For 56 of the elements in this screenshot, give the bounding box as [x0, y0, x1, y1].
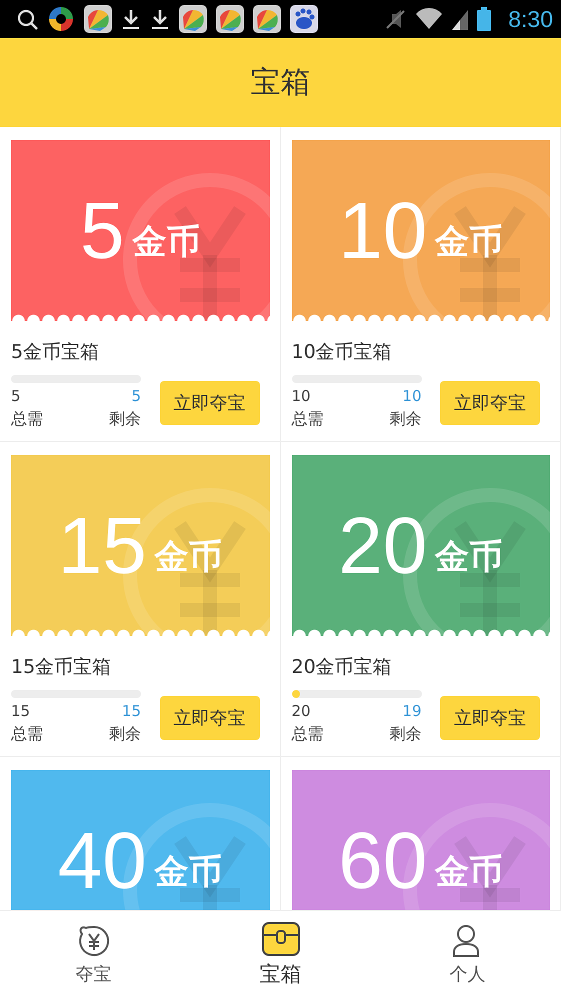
- app-icon: [216, 5, 244, 33]
- total-count: 20: [292, 702, 311, 720]
- grab-button[interactable]: 立即夺宝: [160, 380, 260, 424]
- remaining-count: 19: [402, 702, 422, 720]
- card-title: 10金币宝箱: [292, 340, 393, 365]
- total-label: 总需: [11, 409, 43, 430]
- card-title: 5金币宝箱: [11, 340, 100, 365]
- remaining-count: 5: [131, 387, 141, 405]
- coin-amount: 10: [338, 184, 428, 276]
- grab-button[interactable]: 立即夺宝: [440, 696, 540, 740]
- clock-time: 8:30: [508, 6, 553, 32]
- app-icon: [253, 5, 281, 33]
- search-icon: [16, 8, 38, 30]
- total-label: 总需: [11, 724, 43, 745]
- coin-amount: 15: [58, 500, 147, 592]
- remaining-label: 剩余: [109, 409, 141, 430]
- coin-unit: 金币: [154, 850, 223, 894]
- app-icon: [179, 5, 207, 33]
- total-count: 10: [292, 387, 311, 405]
- paw-icon: [290, 5, 318, 33]
- card-title: 20金币宝箱: [292, 655, 393, 680]
- total-label: 总需: [292, 724, 324, 745]
- remaining-count: 10: [402, 387, 422, 405]
- yen-coin-icon: [76, 924, 110, 958]
- app-icon: [84, 5, 112, 33]
- download-icon: [121, 8, 141, 30]
- coin-amount: 20: [338, 500, 428, 592]
- coin-unit: 金币: [435, 220, 504, 264]
- coin-unit: 金币: [132, 220, 200, 264]
- remaining-label: 剩余: [390, 724, 422, 745]
- coin-amount: 40: [58, 814, 147, 906]
- total-label: 总需: [292, 409, 324, 430]
- total-count: 5: [11, 387, 21, 405]
- coin-unit: 金币: [435, 536, 504, 578]
- signal-icon: [452, 8, 468, 30]
- total-count: 15: [11, 702, 30, 720]
- wifi-icon: [415, 7, 444, 31]
- remaining-count: 15: [122, 702, 141, 720]
- nav-tab[interactable]: 个人: [408, 924, 528, 986]
- remaining-label: 剩余: [390, 409, 422, 430]
- grab-button[interactable]: 立即夺宝: [160, 696, 260, 740]
- grab-button[interactable]: 立即夺宝: [440, 380, 540, 424]
- page-title: 宝箱: [250, 64, 310, 102]
- app-icon: [47, 5, 75, 33]
- coin-amount: 60: [338, 814, 428, 906]
- card-title: 15金币宝箱: [11, 655, 112, 680]
- download-icon: [150, 8, 170, 30]
- coin-unit: 金币: [435, 850, 504, 894]
- battery-icon: [477, 7, 492, 31]
- nav-tab[interactable]: 宝箱: [220, 922, 340, 988]
- nav-tab[interactable]: 夺宝: [34, 924, 154, 986]
- chest-icon: [262, 922, 300, 956]
- mute-icon: [384, 8, 406, 30]
- coin-amount: 5: [80, 184, 124, 276]
- coin-unit: 金币: [154, 536, 223, 578]
- remaining-label: 剩余: [109, 724, 141, 745]
